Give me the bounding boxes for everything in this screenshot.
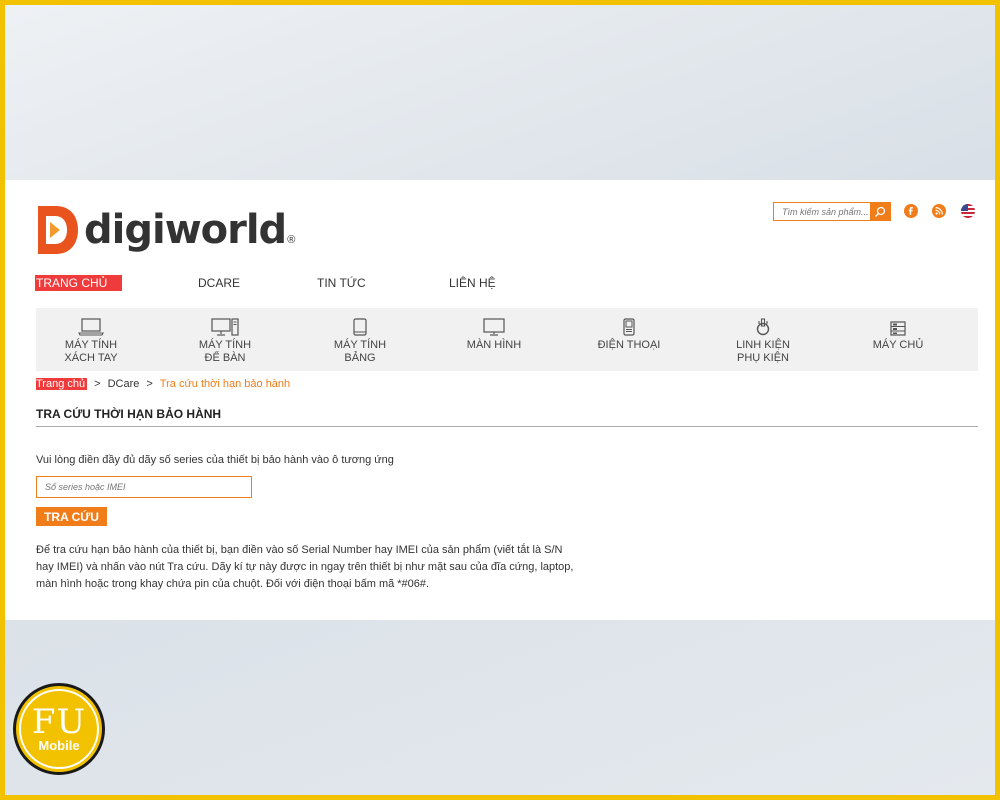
category-label: MÁY CHỦ bbox=[872, 339, 924, 351]
category-server[interactable]: MÁY CHỦ bbox=[833, 308, 963, 352]
badge-bottom-text: Mobile bbox=[38, 738, 80, 753]
category-bar: MÁY TÍNH XÁCH TAY MÁY TÍNH ĐỂ BÀN MÁY TÍ… bbox=[36, 308, 978, 371]
description-text: Để tra cứu hạn bảo hành của thiết bị, bạ… bbox=[36, 544, 574, 590]
category-laptop[interactable]: MÁY TÍNH XÁCH TAY bbox=[26, 308, 156, 365]
breadcrumb-parent[interactable]: DCare bbox=[108, 378, 140, 390]
search-button[interactable] bbox=[870, 203, 890, 220]
badge-top-text: FU bbox=[31, 702, 87, 742]
logo-d-icon bbox=[38, 206, 78, 254]
breadcrumb-separator-2: > bbox=[146, 378, 153, 390]
breadcrumb: Trang chủ > DCare > Tra cứu thời hạn bảo… bbox=[36, 378, 290, 390]
laptop-icon bbox=[26, 314, 156, 336]
category-tablet[interactable]: MÁY TÍNH BẢNG bbox=[295, 308, 425, 365]
category-label: MÁY TÍNH bbox=[198, 339, 252, 351]
category-label: LINH KIỆN bbox=[736, 339, 790, 351]
category-label-2: XÁCH TAY bbox=[64, 352, 118, 364]
phone-icon bbox=[564, 314, 694, 336]
accessory-icon bbox=[698, 314, 828, 336]
server-icon bbox=[833, 314, 963, 336]
rss-icon[interactable] bbox=[932, 204, 946, 218]
title-divider bbox=[36, 426, 978, 427]
nav-item-contact[interactable]: LIÊN HỆ bbox=[449, 275, 496, 291]
search-icon bbox=[875, 206, 886, 217]
tablet-icon bbox=[295, 314, 425, 336]
category-label: MÁY TÍNH bbox=[333, 339, 387, 351]
breadcrumb-home[interactable]: Trang chủ bbox=[36, 378, 88, 390]
search-box bbox=[773, 202, 891, 221]
category-label-2: BẢNG bbox=[344, 352, 376, 364]
desktop-icon bbox=[160, 314, 290, 336]
category-phone[interactable]: ĐIỆN THOẠI bbox=[564, 308, 694, 352]
page-title: TRA CỨU THỜI HẠN BẢO HÀNH bbox=[36, 407, 222, 421]
us-flag-icon[interactable] bbox=[961, 204, 975, 218]
category-monitor[interactable]: MÀN HÌNH bbox=[429, 308, 559, 352]
nav-item-home[interactable]: TRANG CHỦ bbox=[35, 275, 123, 291]
breadcrumb-separator: > bbox=[94, 378, 101, 390]
category-label: ĐIỆN THOẠI bbox=[597, 339, 661, 351]
serial-input[interactable] bbox=[36, 476, 252, 498]
page-panel: digiworld ® TRANG bbox=[5, 180, 995, 620]
lookup-button[interactable]: TRA CỨU bbox=[36, 507, 107, 526]
breadcrumb-current: Tra cứu thời hạn bảo hành bbox=[159, 378, 291, 390]
category-label-2: PHỤ KIỆN bbox=[737, 352, 789, 364]
search-input[interactable] bbox=[774, 203, 870, 220]
category-label: MÀN HÌNH bbox=[466, 339, 522, 351]
category-accessory[interactable]: LINH KIỆN PHỤ KIỆN bbox=[698, 308, 828, 365]
nav-item-news[interactable]: TIN TỨC bbox=[317, 275, 366, 291]
badge-ring: FU Mobile bbox=[19, 689, 99, 769]
nav-item-dcare[interactable]: DCARE bbox=[198, 275, 240, 291]
logo-text: digiworld bbox=[84, 207, 287, 253]
monitor-icon bbox=[429, 314, 559, 336]
category-desktop[interactable]: MÁY TÍNH ĐỂ BÀN bbox=[160, 308, 290, 365]
instruction-text: Vui lòng điền đầy đủ dãy số series của t… bbox=[36, 454, 394, 466]
fu-mobile-badge: FU Mobile bbox=[13, 683, 105, 775]
category-label-2: ĐỂ BÀN bbox=[204, 352, 246, 364]
facebook-icon[interactable] bbox=[904, 204, 918, 218]
registered-mark: ® bbox=[287, 234, 296, 246]
site-logo[interactable]: digiworld ® bbox=[36, 204, 295, 256]
category-label: MÁY TÍNH bbox=[64, 339, 118, 351]
